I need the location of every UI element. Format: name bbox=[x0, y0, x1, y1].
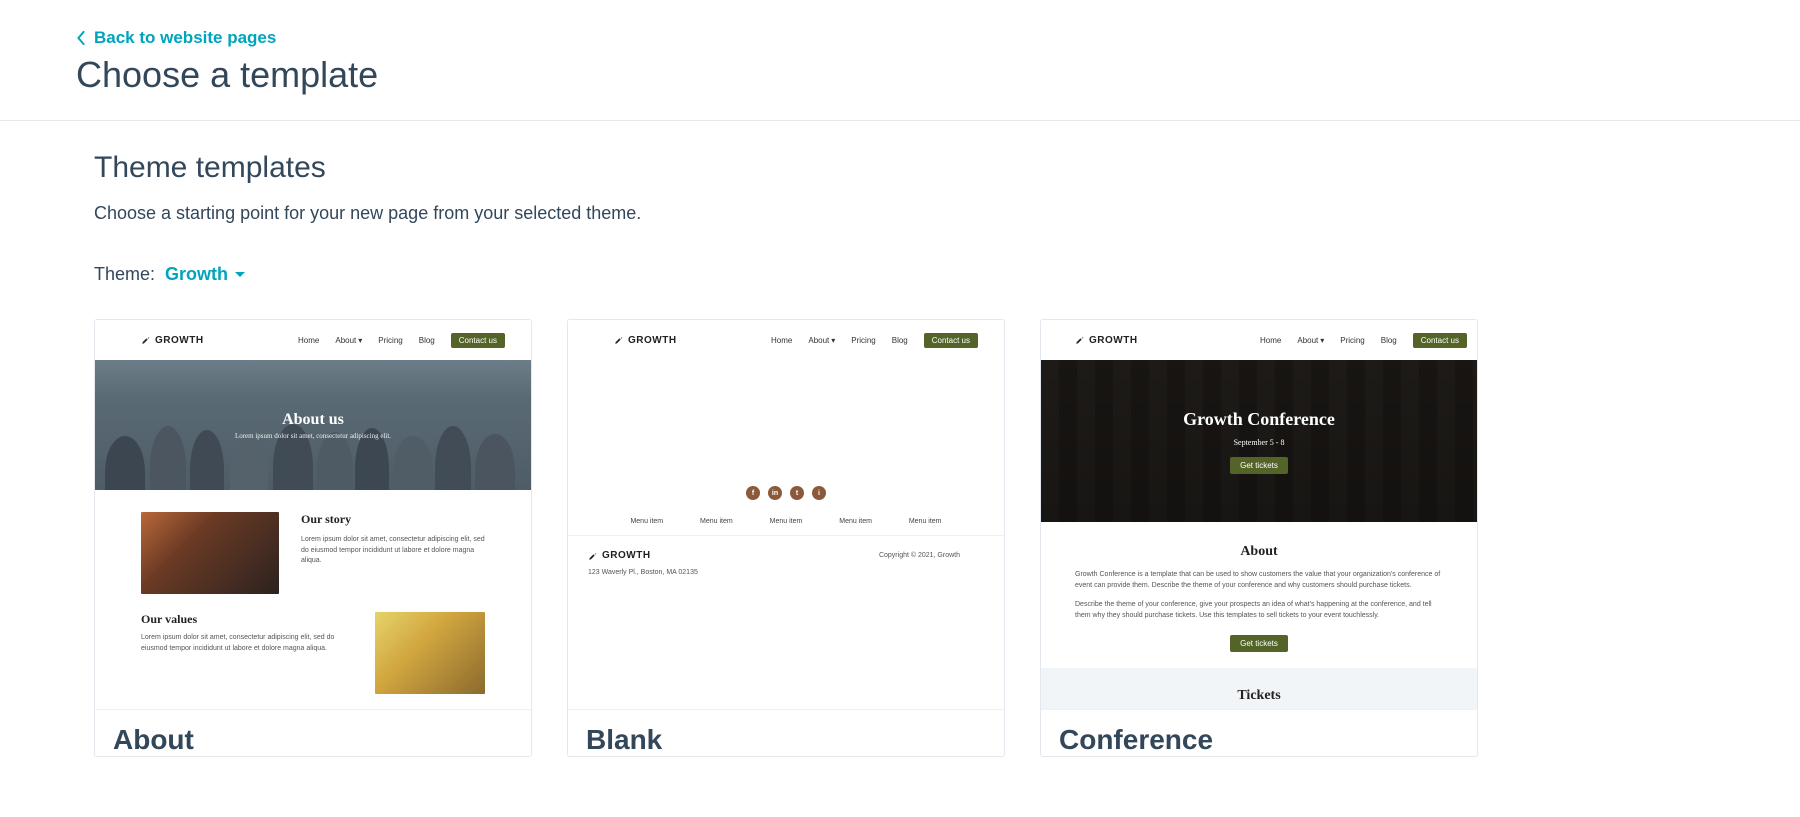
preview-story-title: Our story bbox=[301, 512, 485, 527]
twitter-icon: t bbox=[790, 486, 804, 500]
template-preview-conference: GROWTH Home About▾ Pricing Blog Contact … bbox=[1041, 320, 1477, 710]
section-title: Theme templates bbox=[94, 151, 1800, 185]
theme-select[interactable]: Growth bbox=[165, 264, 246, 285]
preview-cta-button: Contact us bbox=[451, 333, 505, 348]
preview-values-title: Our values bbox=[141, 612, 353, 627]
preview-cta-button: Contact us bbox=[1413, 333, 1467, 348]
theme-selected-value: Growth bbox=[165, 264, 228, 285]
preview-social-icons: f in t i bbox=[568, 480, 1004, 500]
preview-values-image bbox=[375, 612, 485, 694]
preview-story-image bbox=[141, 512, 279, 594]
preview-about-body-2: Describe the theme of your conference, g… bbox=[1075, 600, 1443, 622]
caret-down-icon bbox=[234, 270, 246, 280]
preview-address: 123 Waverly Pl., Boston, MA 02135 bbox=[568, 567, 1004, 576]
preview-nav: Home About▾ Pricing Blog Contact us bbox=[298, 333, 505, 348]
instagram-icon: i bbox=[812, 486, 826, 500]
template-card-about[interactable]: GROWTH Home About▾ Pricing Blog Contact … bbox=[94, 319, 532, 757]
template-card-blank[interactable]: GROWTH Home About▾ Pricing Blog Contact … bbox=[567, 319, 1005, 757]
back-link-label: Back to website pages bbox=[94, 28, 276, 48]
template-card-title: About bbox=[95, 710, 531, 756]
rocket-icon bbox=[1075, 335, 1085, 345]
template-card-title: Conference bbox=[1041, 710, 1477, 756]
template-preview-about: GROWTH Home About▾ Pricing Blog Contact … bbox=[95, 320, 531, 710]
preview-about-cta: Get tickets bbox=[1230, 635, 1288, 652]
preview-about-body-1: Growth Conference is a template that can… bbox=[1075, 570, 1443, 592]
preview-values-body: Lorem ipsum dolor sit amet, consectetur … bbox=[141, 633, 353, 654]
chevron-left-icon bbox=[76, 31, 86, 45]
preview-nav: Home About▾ Pricing Blog Contact us bbox=[771, 333, 978, 348]
preview-about-title: About bbox=[1075, 544, 1443, 560]
page-title: Choose a template bbox=[76, 54, 1800, 96]
brand-logo: GROWTH bbox=[141, 335, 204, 346]
section-subtitle: Choose a starting point for your new pag… bbox=[94, 203, 1800, 224]
rocket-icon bbox=[614, 335, 624, 345]
rocket-icon bbox=[588, 551, 598, 561]
theme-label: Theme: bbox=[94, 264, 155, 285]
preview-hero-title: About us bbox=[282, 411, 344, 429]
preview-hero-cta: Get tickets bbox=[1230, 457, 1288, 474]
preview-copyright: Copyright © 2021, Growth bbox=[879, 552, 960, 559]
preview-cta-button: Contact us bbox=[924, 333, 978, 348]
preview-hero-title: Growth Conference bbox=[1183, 409, 1335, 430]
template-preview-blank: GROWTH Home About▾ Pricing Blog Contact … bbox=[568, 320, 1004, 710]
brand-logo: GROWTH bbox=[614, 335, 677, 346]
brand-logo: GROWTH bbox=[1075, 335, 1138, 346]
preview-nav: Home About▾ Pricing Blog Contact us bbox=[1260, 333, 1467, 348]
template-card-title: Blank bbox=[568, 710, 1004, 756]
brand-logo: GROWTH bbox=[588, 550, 651, 561]
preview-hero-sub: Lorem ipsum dolor sit amet, consectetur … bbox=[235, 432, 391, 440]
preview-tickets-title: Tickets bbox=[1075, 688, 1443, 704]
rocket-icon bbox=[141, 335, 151, 345]
preview-story-body: Lorem ipsum dolor sit amet, consectetur … bbox=[301, 535, 485, 567]
preview-hero-dates: September 5 - 8 bbox=[1234, 438, 1285, 447]
preview-footer-menu: Menu item Menu item Menu item Menu item … bbox=[568, 500, 1004, 536]
facebook-icon: f bbox=[746, 486, 760, 500]
back-link[interactable]: Back to website pages bbox=[76, 28, 276, 48]
template-card-conference[interactable]: GROWTH Home About▾ Pricing Blog Contact … bbox=[1040, 319, 1478, 757]
linkedin-icon: in bbox=[768, 486, 782, 500]
